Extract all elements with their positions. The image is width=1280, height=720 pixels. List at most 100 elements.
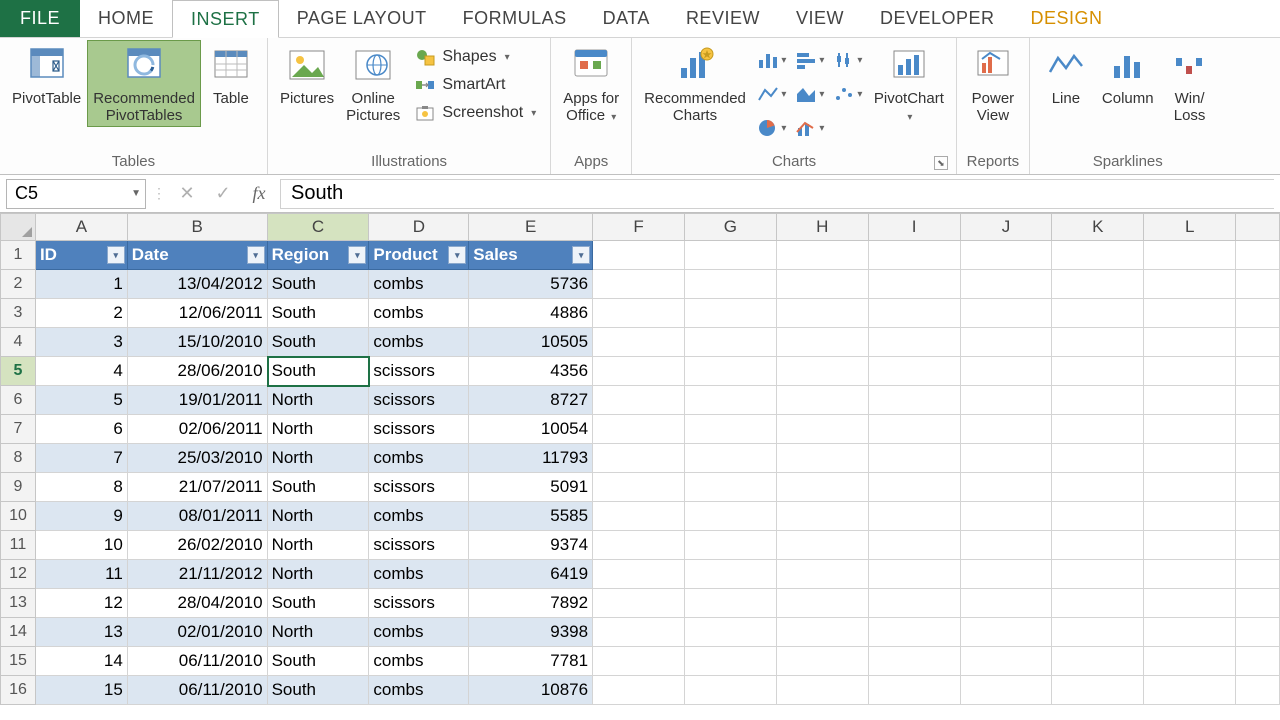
- empty-cell[interactable]: [1236, 473, 1280, 502]
- empty-cell[interactable]: [1052, 386, 1144, 415]
- empty-cell[interactable]: [1236, 589, 1280, 618]
- empty-cell[interactable]: [869, 473, 961, 502]
- cell-date[interactable]: 15/10/2010: [128, 328, 268, 357]
- cell-sales[interactable]: 10054: [469, 415, 593, 444]
- empty-cell[interactable]: [685, 328, 777, 357]
- empty-cell[interactable]: [1236, 618, 1280, 647]
- empty-cell[interactable]: [685, 502, 777, 531]
- cell-date[interactable]: 06/11/2010: [128, 676, 268, 705]
- empty-cell[interactable]: [593, 473, 685, 502]
- cell-region[interactable]: North: [268, 444, 370, 473]
- empty-cell[interactable]: [961, 647, 1053, 676]
- cell-id[interactable]: 14: [36, 647, 128, 676]
- pictures-button[interactable]: Pictures: [274, 40, 340, 109]
- column-header-J[interactable]: J: [961, 213, 1053, 241]
- empty-cell[interactable]: [593, 270, 685, 299]
- cell-date[interactable]: 13/04/2012: [128, 270, 268, 299]
- cell-product[interactable]: scissors: [369, 589, 469, 618]
- table-button[interactable]: Table: [201, 40, 261, 109]
- empty-cell[interactable]: [869, 328, 961, 357]
- cell-id[interactable]: 4: [36, 357, 128, 386]
- empty-cell[interactable]: [1236, 299, 1280, 328]
- empty-cell[interactable]: [1144, 241, 1236, 270]
- column-header-E[interactable]: E: [469, 213, 593, 241]
- cell-id[interactable]: 2: [36, 299, 128, 328]
- empty-cell[interactable]: [685, 676, 777, 705]
- empty-cell[interactable]: [777, 270, 869, 299]
- empty-cell[interactable]: [593, 502, 685, 531]
- tab-design[interactable]: DESIGN: [1013, 0, 1121, 37]
- row-header-5[interactable]: 5: [0, 357, 36, 386]
- empty-cell[interactable]: [1236, 270, 1280, 299]
- cancel-formula-button[interactable]: ✕: [172, 180, 202, 208]
- row-header-2[interactable]: 2: [0, 270, 36, 299]
- empty-cell[interactable]: [961, 241, 1053, 270]
- empty-cell[interactable]: [1052, 473, 1144, 502]
- cell-sales[interactable]: 10876: [469, 676, 593, 705]
- cell-region[interactable]: North: [268, 531, 370, 560]
- empty-cell[interactable]: [1236, 386, 1280, 415]
- filter-button-id[interactable]: ▾: [107, 246, 125, 264]
- cell-id[interactable]: 12: [36, 589, 128, 618]
- empty-cell[interactable]: [1144, 647, 1236, 676]
- empty-cell[interactable]: [593, 415, 685, 444]
- empty-cell[interactable]: [1052, 328, 1144, 357]
- cell-sales[interactable]: 10505: [469, 328, 593, 357]
- empty-cell[interactable]: [1052, 415, 1144, 444]
- empty-cell[interactable]: [961, 328, 1053, 357]
- table-header-sales[interactable]: Sales▾: [469, 241, 593, 270]
- empty-cell[interactable]: [1052, 270, 1144, 299]
- chart-column-button[interactable]: ▾: [754, 44, 790, 76]
- tab-page-layout[interactable]: PAGE LAYOUT: [279, 0, 445, 37]
- column-header-B[interactable]: B: [128, 213, 268, 241]
- empty-cell[interactable]: [685, 415, 777, 444]
- column-header-F[interactable]: F: [593, 213, 685, 241]
- chart-combo-button[interactable]: ▾: [792, 112, 828, 144]
- cell-id[interactable]: 7: [36, 444, 128, 473]
- tab-view[interactable]: VIEW: [778, 0, 862, 37]
- empty-cell[interactable]: [1144, 618, 1236, 647]
- cell-date[interactable]: 08/01/2011: [128, 502, 268, 531]
- empty-cell[interactable]: [1052, 357, 1144, 386]
- row-header-15[interactable]: 15: [0, 647, 36, 676]
- empty-cell[interactable]: [1236, 676, 1280, 705]
- empty-cell[interactable]: [777, 241, 869, 270]
- cell-product[interactable]: combs: [369, 444, 469, 473]
- empty-cell[interactable]: [685, 560, 777, 589]
- cell-sales[interactable]: 5091: [469, 473, 593, 502]
- empty-cell[interactable]: [961, 589, 1053, 618]
- empty-cell[interactable]: [1236, 531, 1280, 560]
- cell-region[interactable]: South: [268, 270, 370, 299]
- cell-id[interactable]: 15: [36, 676, 128, 705]
- column-header-H[interactable]: H: [777, 213, 869, 241]
- cell-product[interactable]: scissors: [369, 473, 469, 502]
- empty-cell[interactable]: [593, 560, 685, 589]
- cell-date[interactable]: 26/02/2010: [128, 531, 268, 560]
- cell-region[interactable]: South: [268, 676, 370, 705]
- insert-function-button[interactable]: fx: [244, 180, 274, 208]
- cell-region[interactable]: South: [268, 647, 370, 676]
- cell-region[interactable]: North: [268, 415, 370, 444]
- empty-cell[interactable]: [593, 531, 685, 560]
- cell-product[interactable]: combs: [369, 647, 469, 676]
- sparkline-winloss-button[interactable]: Win/ Loss: [1160, 40, 1220, 127]
- cell-product[interactable]: scissors: [369, 386, 469, 415]
- recommended-pivot-tables-button[interactable]: RecommendedPivotTables: [87, 40, 201, 127]
- cell-date[interactable]: 25/03/2010: [128, 444, 268, 473]
- empty-cell[interactable]: [869, 560, 961, 589]
- cell-sales[interactable]: 9374: [469, 531, 593, 560]
- table-header-product[interactable]: Product▾: [369, 241, 469, 270]
- name-box-dropdown-icon[interactable]: ▼: [131, 188, 141, 199]
- empty-cell[interactable]: [961, 531, 1053, 560]
- column-header-partial[interactable]: [1236, 213, 1280, 241]
- cell-product[interactable]: combs: [369, 502, 469, 531]
- chart-pie-button[interactable]: ▾: [754, 112, 790, 144]
- empty-cell[interactable]: [1144, 270, 1236, 299]
- empty-cell[interactable]: [777, 328, 869, 357]
- cell-product[interactable]: scissors: [369, 415, 469, 444]
- tab-formulas[interactable]: FORMULAS: [445, 0, 585, 37]
- row-header-10[interactable]: 10: [0, 502, 36, 531]
- row-header-3[interactable]: 3: [0, 299, 36, 328]
- empty-cell[interactable]: [961, 618, 1053, 647]
- cell-region[interactable]: North: [268, 560, 370, 589]
